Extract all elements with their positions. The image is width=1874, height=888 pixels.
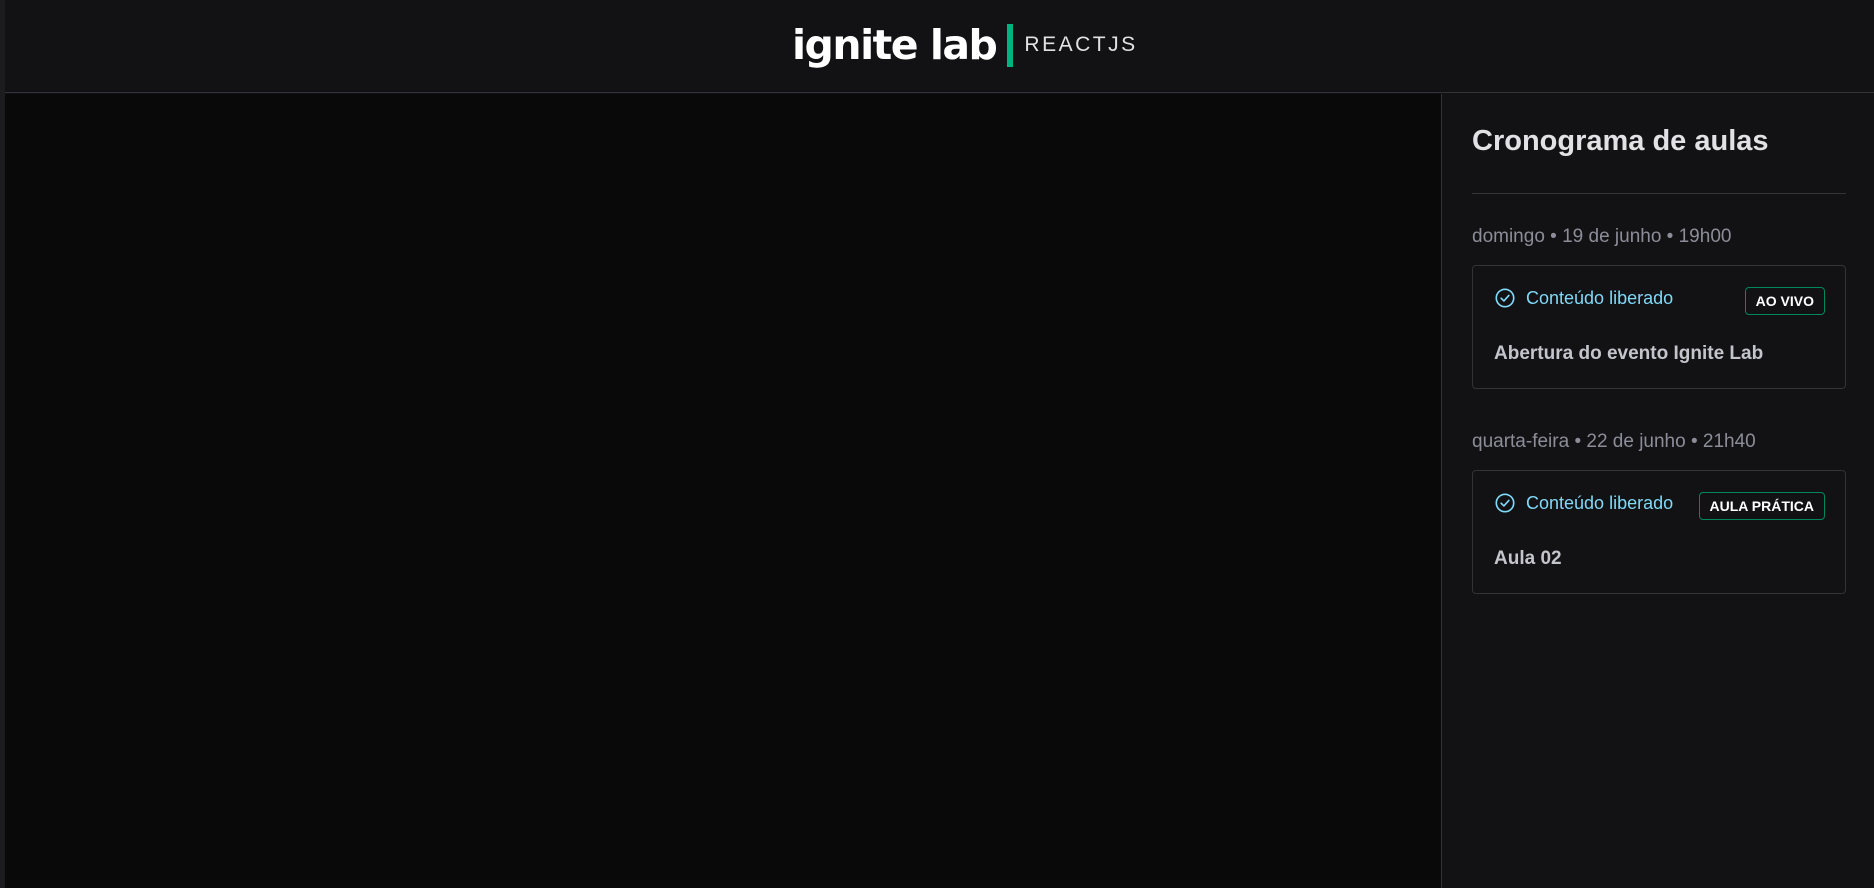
lesson-card[interactable]: Conteúdo liberado AO VIVO Abertura do ev… xyxy=(1472,265,1846,389)
app: ignite lab REACTJS Cronograma de aulas d… xyxy=(0,0,1874,888)
lesson-date: domingo • 19 de junho • 19h00 xyxy=(1472,226,1732,247)
status-label: Conteúdo liberado xyxy=(1526,287,1674,308)
lesson-date: quarta-feira • 22 de junho • 21h40 xyxy=(1472,431,1756,452)
lesson-status: Conteúdo liberado xyxy=(1494,492,1673,514)
logo-tag: REACTJS xyxy=(1024,33,1138,56)
video-player[interactable] xyxy=(5,94,1441,888)
lesson-title: Aula 02 xyxy=(1494,548,1562,569)
sidebar-title: Cronograma de aulas xyxy=(1472,125,1769,157)
lesson-status: Conteúdo liberado xyxy=(1494,287,1673,309)
logo: ignite lab REACTJS xyxy=(792,17,1138,73)
sidebar-divider xyxy=(1472,193,1846,194)
sidebar: Cronograma de aulas domingo • 19 de junh… xyxy=(1441,94,1874,888)
lesson-card[interactable]: Conteúdo liberado AULA PRÁTICA Aula 02 xyxy=(1472,470,1846,594)
lesson-type-badge: AO VIVO xyxy=(1744,287,1825,315)
lesson-type-badge: AULA PRÁTICA xyxy=(1698,492,1825,520)
status-label: Conteúdo liberado xyxy=(1526,492,1674,513)
header: ignite lab REACTJS xyxy=(5,0,1874,93)
lesson-title: Abertura do evento Ignite Lab xyxy=(1494,343,1764,364)
logo-divider-bar xyxy=(1007,23,1014,67)
logo-text: ignite lab xyxy=(792,20,998,69)
check-circle-icon xyxy=(1495,288,1515,308)
check-circle-icon xyxy=(1495,493,1515,513)
